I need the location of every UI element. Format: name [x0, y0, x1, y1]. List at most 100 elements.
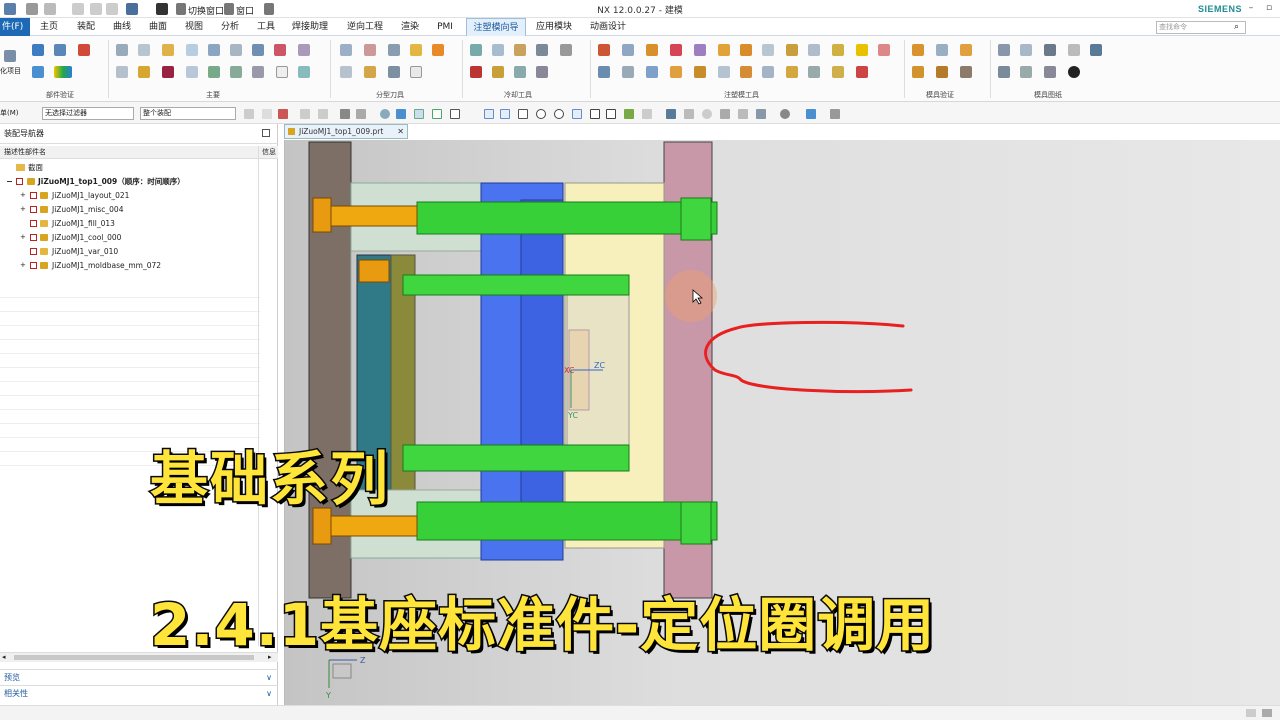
tab-mold-wizard[interactable]: 注塑模向导: [466, 18, 526, 36]
visibility-checkbox[interactable]: [30, 192, 37, 199]
bom-icon[interactable]: [252, 66, 264, 78]
restore-button[interactable]: ▫: [1262, 2, 1276, 14]
snap-mid-icon[interactable]: [432, 109, 442, 119]
cooling-delete-icon[interactable]: [560, 44, 572, 56]
mold-misc-icon[interactable]: [878, 44, 890, 56]
snap-point-icon[interactable]: [572, 109, 582, 119]
project-init-icon[interactable]: [4, 50, 16, 62]
parting-sheet-icon[interactable]: [410, 66, 422, 78]
shrink-icon[interactable]: [32, 66, 44, 78]
menu-button[interactable]: 单(M): [0, 108, 19, 118]
snap-e-icon[interactable]: [318, 109, 328, 119]
tab-assembly[interactable]: 装配: [70, 18, 102, 36]
tree-row-child[interactable]: + JiZuoMJ1_moldbase_mm_072: [0, 259, 260, 272]
mold-tools-f-icon[interactable]: [718, 66, 730, 78]
tree-row-child[interactable]: + JiZuoMJ1_misc_004: [0, 203, 260, 216]
snap-line-icon[interactable]: [450, 109, 460, 119]
view-b-icon[interactable]: [720, 109, 730, 119]
mold-tools-k-icon[interactable]: [832, 66, 844, 78]
snap-g-icon[interactable]: [356, 109, 366, 119]
mold-tools-c-icon[interactable]: [646, 66, 658, 78]
view-manager-icon[interactable]: [298, 66, 310, 78]
slider-icon[interactable]: [298, 44, 310, 56]
command-search-input[interactable]: 查找命令: [1156, 21, 1246, 34]
mold-check-icon[interactable]: [54, 44, 66, 56]
design-parting-icon[interactable]: [410, 44, 422, 56]
column-part-name[interactable]: 描述性部件名: [4, 148, 46, 156]
backup-parting-icon[interactable]: [388, 66, 400, 78]
render-style-icon[interactable]: [780, 109, 790, 119]
mold-csys-icon[interactable]: [116, 44, 128, 56]
tree-row-child[interactable]: + JiZuoMJ1_layout_021: [0, 189, 260, 202]
snap-d-icon[interactable]: [300, 109, 310, 119]
mold-tools-l-icon[interactable]: [856, 66, 868, 78]
scroll-left-icon[interactable]: ◂: [2, 653, 6, 661]
part-tab[interactable]: JiZuoMJ1_top1_009.prt ✕: [284, 124, 408, 139]
mold-verify-b-icon[interactable]: [936, 44, 948, 56]
parting-navigator-icon[interactable]: [340, 66, 352, 78]
status-icon-b[interactable]: [1262, 709, 1272, 717]
preview-panel-header[interactable]: 预览 ∨: [0, 669, 278, 684]
drawing-misc-b-icon[interactable]: [1020, 66, 1032, 78]
snap-center-icon[interactable]: [536, 109, 546, 119]
mold-tools-i-icon[interactable]: [786, 66, 798, 78]
check-region-icon[interactable]: [340, 44, 352, 56]
reference-blend-icon[interactable]: [762, 44, 774, 56]
assembly-drawing-icon[interactable]: [998, 44, 1010, 56]
visibility-checkbox[interactable]: [30, 262, 37, 269]
sew-icon[interactable]: [832, 44, 844, 56]
edge-patch-icon[interactable]: [670, 44, 682, 56]
snap-intersect-icon[interactable]: [590, 109, 600, 119]
snap-tangent-icon[interactable]: [518, 109, 528, 119]
swap-model-icon[interactable]: [364, 66, 376, 78]
visibility-checkbox[interactable]: [30, 234, 37, 241]
moldbase-icon[interactable]: [208, 44, 220, 56]
file-menu[interactable]: 件(F): [0, 18, 30, 36]
tab-view[interactable]: 视图: [178, 18, 210, 36]
snap-bound-icon[interactable]: [624, 109, 634, 119]
replace-solid-icon[interactable]: [718, 44, 730, 56]
tab-home[interactable]: 主页: [34, 18, 64, 36]
shading-icon[interactable]: [396, 109, 406, 119]
rotate-view-icon[interactable]: [702, 109, 712, 119]
mold-tools-h-icon[interactable]: [762, 66, 774, 78]
mold-verify-e-icon[interactable]: [936, 66, 948, 78]
snap-arc-icon[interactable]: [500, 109, 510, 119]
drawing-misc-c-icon[interactable]: [1044, 66, 1056, 78]
visibility-checkbox[interactable]: [30, 206, 37, 213]
edit-section-icon[interactable]: [806, 109, 816, 119]
bend-icon[interactable]: [856, 44, 868, 56]
tab-tools[interactable]: 工具: [250, 18, 282, 36]
status-icon-a[interactable]: [1246, 709, 1256, 717]
tab-animation[interactable]: 动画设计: [584, 18, 632, 36]
thickness-icon[interactable]: [54, 66, 72, 78]
mold-tools-e-icon[interactable]: [694, 66, 706, 78]
pocket-icon[interactable]: [230, 66, 242, 78]
curved-surface-patch-icon[interactable]: [364, 44, 376, 56]
drawing-misc-a-icon[interactable]: [998, 66, 1010, 78]
more-view-icon[interactable]: [830, 109, 840, 119]
view-a-icon[interactable]: [684, 109, 694, 119]
cooling-std-icon[interactable]: [470, 66, 482, 78]
hole-table-icon[interactable]: [1044, 44, 1056, 56]
expand-icon[interactable]: +: [20, 189, 26, 202]
snap-end-icon[interactable]: [414, 109, 424, 119]
standard-parts-icon[interactable]: [230, 44, 242, 56]
mold-verify-a-icon[interactable]: [912, 44, 924, 56]
cooling-baffle-icon[interactable]: [514, 66, 526, 78]
tree-row-child[interactable]: JiZuoMJ1_fill_013: [0, 217, 260, 230]
mold-tools-j-icon[interactable]: [808, 66, 820, 78]
define-cavity-icon[interactable]: [432, 44, 444, 56]
snap-c-icon[interactable]: [278, 109, 288, 119]
solid-patch-icon[interactable]: [646, 44, 658, 56]
snap-a-icon[interactable]: [244, 109, 254, 119]
cooling-fitting-icon[interactable]: [492, 66, 504, 78]
view-mode-icon[interactable]: [380, 109, 390, 119]
component-drawing-icon[interactable]: [1020, 44, 1032, 56]
selection-filter-select[interactable]: 无选择过滤器: [42, 107, 134, 120]
orient-view-icon[interactable]: [756, 109, 766, 119]
relevance-panel-header[interactable]: 相关性 ∨: [0, 685, 278, 700]
snap-misc-icon[interactable]: [642, 109, 652, 119]
layout-icon[interactable]: [162, 44, 174, 56]
snap-b-icon[interactable]: [262, 109, 272, 119]
